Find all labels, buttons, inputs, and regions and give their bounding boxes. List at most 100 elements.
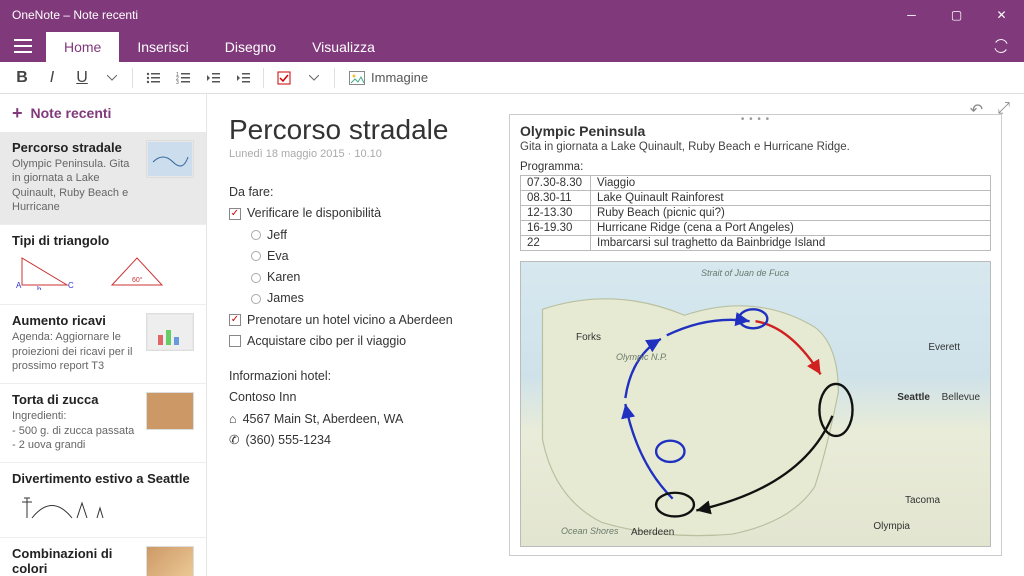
hotel-heading: Informazioni hotel:: [229, 366, 489, 387]
sidebar-item-seattle[interactable]: Divertimento estivo a Seattle: [0, 463, 206, 537]
map-label-bellevue: Bellevue: [942, 392, 980, 403]
ribbon-tabs: Home Inserisci Disegno Visualizza: [0, 30, 1024, 62]
sidebar-item-triangolo[interactable]: Tipi di triangolo A Cb 60°: [0, 225, 206, 305]
sidebar-item-title: Divertimento estivo a Seattle: [12, 471, 194, 486]
hotel-address-row: ⌂ 4567 Main St, Aberdeen, WA: [229, 409, 489, 430]
sidebar-item-thumb: [146, 392, 194, 430]
map-label-aberdeen: Aberdeen: [631, 527, 674, 538]
attachment-subtitle: Gita in giornata a Lake Quinault, Ruby B…: [520, 141, 991, 153]
bold-button[interactable]: B: [8, 64, 36, 92]
attachment-container[interactable]: • • • • Olympic Peninsula Gita in giorna…: [509, 114, 1002, 556]
map-label-strait: Strait of Juan de Fuca: [701, 268, 789, 278]
drag-grip-icon[interactable]: • • • •: [741, 114, 770, 125]
bullet-list-button[interactable]: [139, 64, 167, 92]
map-label-olympia: Olympia: [873, 521, 910, 532]
checkbox-icon[interactable]: [229, 314, 241, 326]
svg-text:C: C: [68, 281, 74, 290]
table-row: 12-13.30Ruby Beach (picnic qui?): [521, 206, 991, 221]
map-label-onp: Olympic N.P.: [616, 352, 667, 362]
map-label-tacoma: Tacoma: [905, 495, 940, 506]
close-button[interactable]: ✕: [979, 0, 1024, 30]
sidebar-item-title: Combinazioni di colori: [12, 546, 138, 576]
hamburger-menu[interactable]: [0, 30, 46, 62]
sidebar-item-thumb: [146, 313, 194, 351]
table-row: 22Imbarcarsi sul traghetto da Bainbridge…: [521, 236, 991, 251]
sidebar: + Note recenti Percorso stradale Olympic…: [0, 94, 207, 576]
note-body: Percorso stradale Lunedì 18 maggio 2015 …: [229, 114, 489, 556]
sync-icon[interactable]: [978, 30, 1024, 62]
sidebar-item-title: Tipi di triangolo: [12, 233, 194, 248]
minimize-button[interactable]: ─: [889, 0, 934, 30]
map-label-seattle: Seattle: [897, 392, 930, 403]
svg-text:A: A: [16, 281, 22, 290]
sidebar-item-thumb: [146, 546, 194, 576]
numbered-list-button[interactable]: 123: [169, 64, 197, 92]
tab-home[interactable]: Home: [46, 32, 119, 62]
sidebar-item-desc: Ingredienti: - 500 g. di zucca passata -…: [12, 409, 138, 452]
todo-sub[interactable]: James: [229, 288, 489, 309]
map-image: Strait of Juan de Fuca Olympic N.P. Ocea…: [520, 261, 991, 547]
window-controls: ─ ▢ ✕: [889, 0, 1024, 30]
tab-inserisci[interactable]: Inserisci: [119, 32, 206, 62]
todo-sub[interactable]: Eva: [229, 246, 489, 267]
map-label-everett: Everett: [928, 342, 960, 353]
note-canvas[interactable]: ↶ ⤢ Percorso stradale Lunedì 18 maggio 2…: [207, 94, 1024, 576]
sidebar-item-percorso[interactable]: Percorso stradale Olympic Peninsula. Git…: [0, 132, 206, 225]
sidebar-item-ricavi[interactable]: Aumento ricavi Agenda: Aggiornare le pro…: [0, 305, 206, 384]
todo-tag-button[interactable]: [270, 64, 298, 92]
schedule-label: Programma:: [520, 161, 991, 173]
outdent-button[interactable]: [199, 64, 227, 92]
table-row: 16-19.30Hurricane Ridge (cena a Port Ang…: [521, 221, 991, 236]
tab-disegno[interactable]: Disegno: [207, 32, 294, 62]
sidebar-header[interactable]: + Note recenti: [0, 94, 206, 132]
titlebar: OneNote – Note recenti ─ ▢ ✕: [0, 0, 1024, 30]
hotel-name: Contoso Inn: [229, 387, 489, 408]
sidebar-item-desc: [12, 488, 194, 526]
radio-icon: [251, 251, 261, 261]
schedule-table[interactable]: 07.30-8.30Viaggio 08.30-11Lake Quinault …: [520, 175, 991, 251]
plus-icon: +: [12, 104, 23, 122]
radio-icon: [251, 294, 261, 304]
sidebar-header-label: Note recenti: [31, 105, 112, 121]
checkbox-icon[interactable]: [229, 208, 241, 220]
tag-dropdown[interactable]: [300, 64, 328, 92]
sidebar-item-torta[interactable]: Torta di zucca Ingredienti: - 500 g. di …: [0, 384, 206, 463]
italic-button[interactable]: I: [38, 64, 66, 92]
font-dropdown[interactable]: [98, 64, 126, 92]
sidebar-item-thumb: [146, 140, 194, 178]
table-row: 07.30-8.30Viaggio: [521, 176, 991, 191]
tab-visualizza[interactable]: Visualizza: [294, 32, 393, 62]
map-label-oceanshores: Ocean Shores: [561, 526, 619, 536]
todo-heading: Da fare:: [229, 182, 489, 203]
hotel-phone-row: ✆ (360) 555-1234: [229, 430, 489, 451]
sidebar-item-desc: Olympic Peninsula. Gita in giornata a La…: [12, 157, 138, 214]
todo-item[interactable]: Acquistare cibo per il viaggio: [229, 331, 489, 352]
todo-item[interactable]: Verificare le disponibilità: [229, 203, 489, 224]
todo-sub[interactable]: Karen: [229, 267, 489, 288]
image-icon: [349, 71, 365, 85]
insert-image-label: Immagine: [371, 70, 428, 85]
sidebar-item-desc: Agenda: Aggiornare le proiezioni dei ric…: [12, 330, 138, 373]
insert-image-button[interactable]: Immagine: [341, 70, 436, 85]
sidebar-item-colori[interactable]: Combinazioni di colori Tema primaverile …: [0, 538, 206, 576]
svg-text:60°: 60°: [132, 276, 143, 284]
todo-sub[interactable]: Jeff: [229, 225, 489, 246]
phone-icon: ✆: [229, 430, 239, 451]
table-row: 08.30-11Lake Quinault Rainforest: [521, 191, 991, 206]
map-label-forks: Forks: [576, 332, 601, 343]
sidebar-item-desc: A Cb 60°: [12, 250, 194, 294]
svg-text:b: b: [37, 285, 42, 290]
indent-button[interactable]: [229, 64, 257, 92]
svg-text:3: 3: [176, 80, 179, 84]
sidebar-item-title: Percorso stradale: [12, 140, 138, 155]
note-date: Lunedì 18 maggio 2015 · 10.10: [229, 148, 489, 160]
checkbox-icon[interactable]: [229, 335, 241, 347]
home-icon: ⌂: [229, 409, 237, 430]
window-title: OneNote – Note recenti: [12, 8, 889, 22]
underline-button[interactable]: U: [68, 64, 96, 92]
maximize-button[interactable]: ▢: [934, 0, 979, 30]
note-title[interactable]: Percorso stradale: [229, 114, 489, 146]
todo-item[interactable]: Prenotare un hotel vicino a Aberdeen: [229, 310, 489, 331]
sidebar-item-title: Torta di zucca: [12, 392, 138, 407]
radio-icon: [251, 230, 261, 240]
